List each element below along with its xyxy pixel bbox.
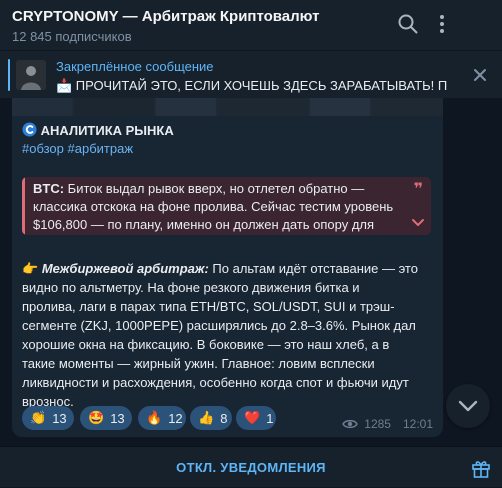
pinned-text: 📩 ПРОЧИТАЙ ЭТО, ЕСЛИ ХОЧЕШЬ ЗДЕСЬ ЗАРАБА… — [56, 78, 448, 93]
quote-accent-bar — [22, 177, 25, 235]
btc-quote[interactable]: BTC: Биток выдал рывок вверх, но отлетел… — [22, 177, 431, 235]
scroll-down-button[interactable] — [446, 384, 490, 428]
body-line-7: ликвидности и расхождения, особенно когд… — [22, 375, 409, 390]
pinned-message[interactable]: Закреплённое сообщение 📩 ПРОЧИТАЙ ЭТО, Е… — [0, 50, 502, 98]
channel-post[interactable]: АНАЛИТИКА РЫНКА #обзор #арбитраж BTC: Би… — [12, 98, 443, 437]
bottom-bar: ОТКЛ. УВЕДОМЛЕНИЯ — [0, 446, 502, 487]
heart-icon: ❤️ — [244, 410, 261, 425]
view-count: 1285 — [364, 417, 391, 431]
reaction-count: 8 — [220, 410, 228, 426]
reaction-star-struck[interactable]: 🤩 13 — [80, 406, 132, 430]
quote-line-1-text: Биток выдал рывок вверх, но отлетел обра… — [64, 181, 365, 196]
reaction-count: 13 — [52, 410, 67, 426]
chevron-down-icon[interactable] — [411, 217, 425, 229]
quote-line-3: $106,800 — по плану, именно он должен да… — [33, 217, 375, 232]
eye-icon — [342, 419, 359, 429]
reaction-clap[interactable]: 👏 13 — [22, 406, 74, 430]
post-meta: 1285 12:01 — [342, 417, 433, 431]
gift-icon[interactable] — [470, 457, 492, 479]
reaction-thumbs-up[interactable]: 👍 8 — [190, 406, 232, 430]
close-icon[interactable] — [470, 65, 490, 85]
pinned-thumbnail — [16, 60, 46, 90]
clap-icon: 👏 — [30, 410, 47, 425]
more-icon[interactable] — [430, 12, 454, 36]
quote-label: BTC: — [33, 181, 65, 196]
body-line-1: 👉 Межбиржевой арбитраж: По альтам идёт о… — [22, 260, 418, 278]
body-lead: Межбиржевой арбитраж: — [41, 261, 209, 276]
reaction-count: 1 — [266, 410, 274, 426]
reaction-count: 13 — [110, 410, 125, 426]
c-logo-icon — [22, 122, 37, 137]
mute-notifications-button[interactable]: ОТКЛ. УВЕДОМЛЕНИЯ — [0, 447, 502, 488]
body-line-6: такие моменты — жирный ужин. Главное: ло… — [22, 356, 375, 371]
body-line-5: хорошие окна на фиксацию. В боковике — э… — [22, 337, 390, 352]
chat-header[interactable]: CRYPTONOMY — Арбитраж Криптовалют 12 845… — [0, 0, 502, 50]
search-icon[interactable] — [396, 12, 420, 36]
body-line-1-text: По альтам идёт отставание — это — [208, 261, 418, 276]
post-media-preview[interactable] — [12, 98, 443, 116]
chevron-down-icon — [458, 400, 478, 412]
quote-line-2: классика отскока на фоне пролива. Сейчас… — [33, 199, 394, 214]
pinned-indicator — [8, 59, 10, 91]
body-line-2: видно по альтметру. На фоне резкого движ… — [22, 280, 360, 295]
post-hashtags[interactable]: #обзор #арбитраж — [22, 140, 133, 158]
fire-icon: 🔥 — [146, 410, 163, 425]
body-line-3: пролива, лаги в парах типа ETH/BTC, SOL/… — [22, 299, 395, 314]
star-struck-icon: 🤩 — [88, 410, 105, 425]
post-heading-text: АНАЛИТИКА РЫНКА — [40, 123, 174, 138]
quote-line-1: BTC: Биток выдал рывок вверх, но отлетел… — [33, 180, 364, 198]
body-line-4: сегменте (ZKJ, 1000PEPE) расширялись до … — [22, 318, 416, 333]
pinned-label: Закреплённое сообщение — [56, 59, 214, 74]
quote-mark-icon: ❞ — [413, 181, 423, 198]
reaction-heart[interactable]: ❤️ 1 — [236, 406, 276, 430]
reaction-fire[interactable]: 🔥 12 — [138, 406, 186, 430]
thumbs-up-icon: 👍 — [198, 410, 215, 425]
post-time: 12:01 — [402, 417, 433, 431]
post-heading: АНАЛИТИКА РЫНКА — [22, 122, 174, 140]
pointing-hand-icon: 👉 — [22, 261, 39, 276]
reaction-count: 12 — [168, 410, 183, 426]
